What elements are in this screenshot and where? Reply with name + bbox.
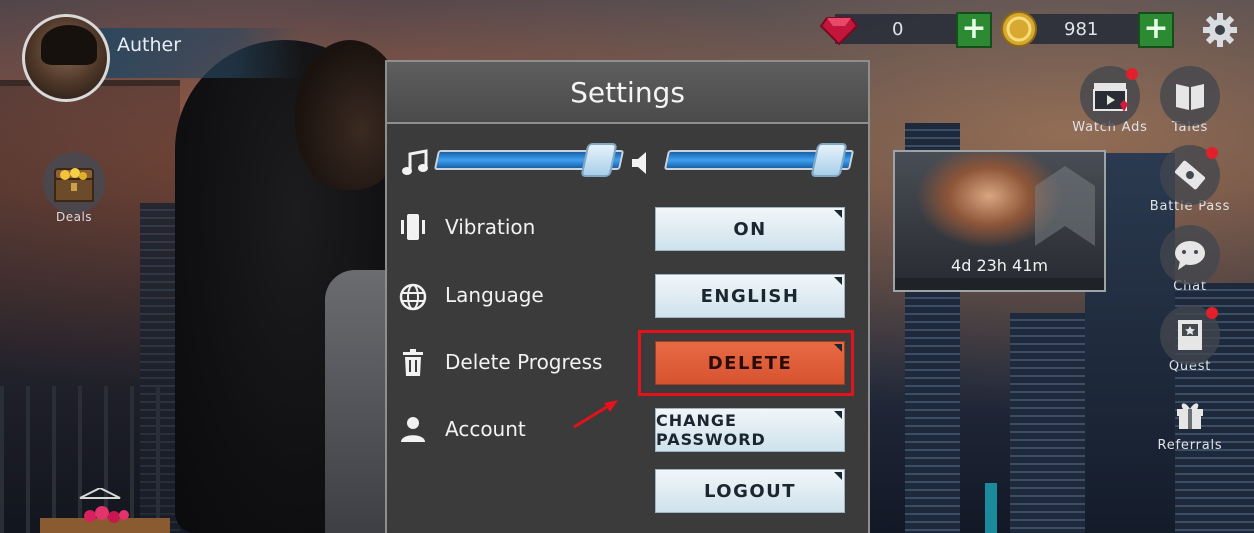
deals-button[interactable]: Deals: [34, 152, 114, 224]
trash-icon: [403, 349, 423, 376]
settings-title: Settings: [570, 75, 685, 109]
character-figure: [175, 40, 405, 533]
account-label: Account: [445, 417, 526, 441]
gem-count: 0: [892, 19, 904, 40]
delete-progress-button[interactable]: DELETE: [655, 341, 845, 385]
gem-icon: [819, 17, 859, 46]
vibration-toggle-button[interactable]: ON: [655, 207, 845, 251]
change-password-button[interactable]: CHANGE PASSWORD: [655, 408, 845, 452]
battle-pass-button[interactable]: Battle Pass: [1145, 145, 1235, 214]
avatar-hair: [41, 25, 97, 65]
watch-ads-circle: [1080, 66, 1140, 126]
speaker-icon: [632, 152, 646, 174]
battle-pass-notification-dot: [1206, 147, 1218, 159]
music-note-icon: [402, 149, 428, 175]
vibration-label: Vibration: [445, 215, 536, 239]
coin-count: 981: [1064, 19, 1099, 40]
profile-name: Auther: [117, 34, 182, 56]
language-label: Language: [445, 283, 544, 307]
gem-counter: 0: [815, 12, 965, 46]
settings-title-bar: Settings: [387, 62, 868, 124]
gem-chest-icon: [40, 488, 170, 533]
deals-circle: [43, 152, 105, 214]
chat-button[interactable]: Chat: [1145, 225, 1235, 294]
event-timer: 4d 23h 41m: [951, 256, 1048, 275]
balcony: [0, 80, 180, 533]
quest-notification-dot: [1206, 307, 1218, 319]
profile-name-bar: [82, 28, 302, 78]
sfx-volume-slider[interactable]: [663, 143, 855, 177]
add-coins-button[interactable]: +: [1138, 12, 1174, 48]
ticket-icon: [1174, 160, 1206, 190]
gift-icon: [1177, 403, 1203, 429]
quest-button[interactable]: Quest: [1145, 305, 1235, 374]
music-volume-knob[interactable]: [580, 143, 618, 177]
sfx-volume-knob[interactable]: [810, 143, 848, 177]
deals-label: Deals: [55, 210, 93, 224]
music-volume-slider[interactable]: [433, 143, 625, 177]
tales-button[interactable]: Tales: [1145, 66, 1235, 135]
user-icon: [401, 417, 425, 442]
arrow-icon: [573, 400, 618, 429]
book-icon: [1176, 84, 1204, 110]
coin-icon: [1001, 11, 1037, 47]
profile-panel[interactable]: Auther: [22, 14, 302, 104]
event-card[interactable]: 4d 23h 41m: [893, 150, 1106, 292]
watch-ads-button[interactable]: Watch Ads: [1065, 66, 1155, 135]
watch-ads-notification-dot: [1126, 68, 1138, 80]
chat-bubble-icon: [1175, 241, 1205, 270]
quest-book-icon: [1178, 320, 1202, 350]
quest-circle: [1160, 305, 1220, 365]
chat-circle: [1160, 225, 1220, 285]
add-gems-button[interactable]: +: [956, 12, 992, 48]
vibration-icon: [401, 214, 425, 240]
building: [1010, 313, 1085, 533]
referrals-button[interactable]: Referrals: [1145, 384, 1235, 453]
clapperboard-icon: [1093, 83, 1128, 112]
event-card-footer: [895, 278, 1104, 290]
globe-icon: [399, 283, 427, 311]
coin-counter: 981: [1000, 11, 1146, 47]
building: [985, 483, 997, 533]
gear-icon[interactable]: [1200, 10, 1240, 50]
language-select-button[interactable]: ENGLISH: [655, 274, 845, 318]
logout-button[interactable]: LOGOUT: [655, 469, 845, 513]
tales-circle: [1160, 66, 1220, 126]
treasure-chest-icon: [54, 168, 94, 202]
battle-pass-circle: [1160, 145, 1220, 205]
referrals-circle: [1160, 384, 1220, 444]
avatar[interactable]: [22, 14, 110, 102]
delete-progress-label: Delete Progress: [445, 350, 603, 374]
